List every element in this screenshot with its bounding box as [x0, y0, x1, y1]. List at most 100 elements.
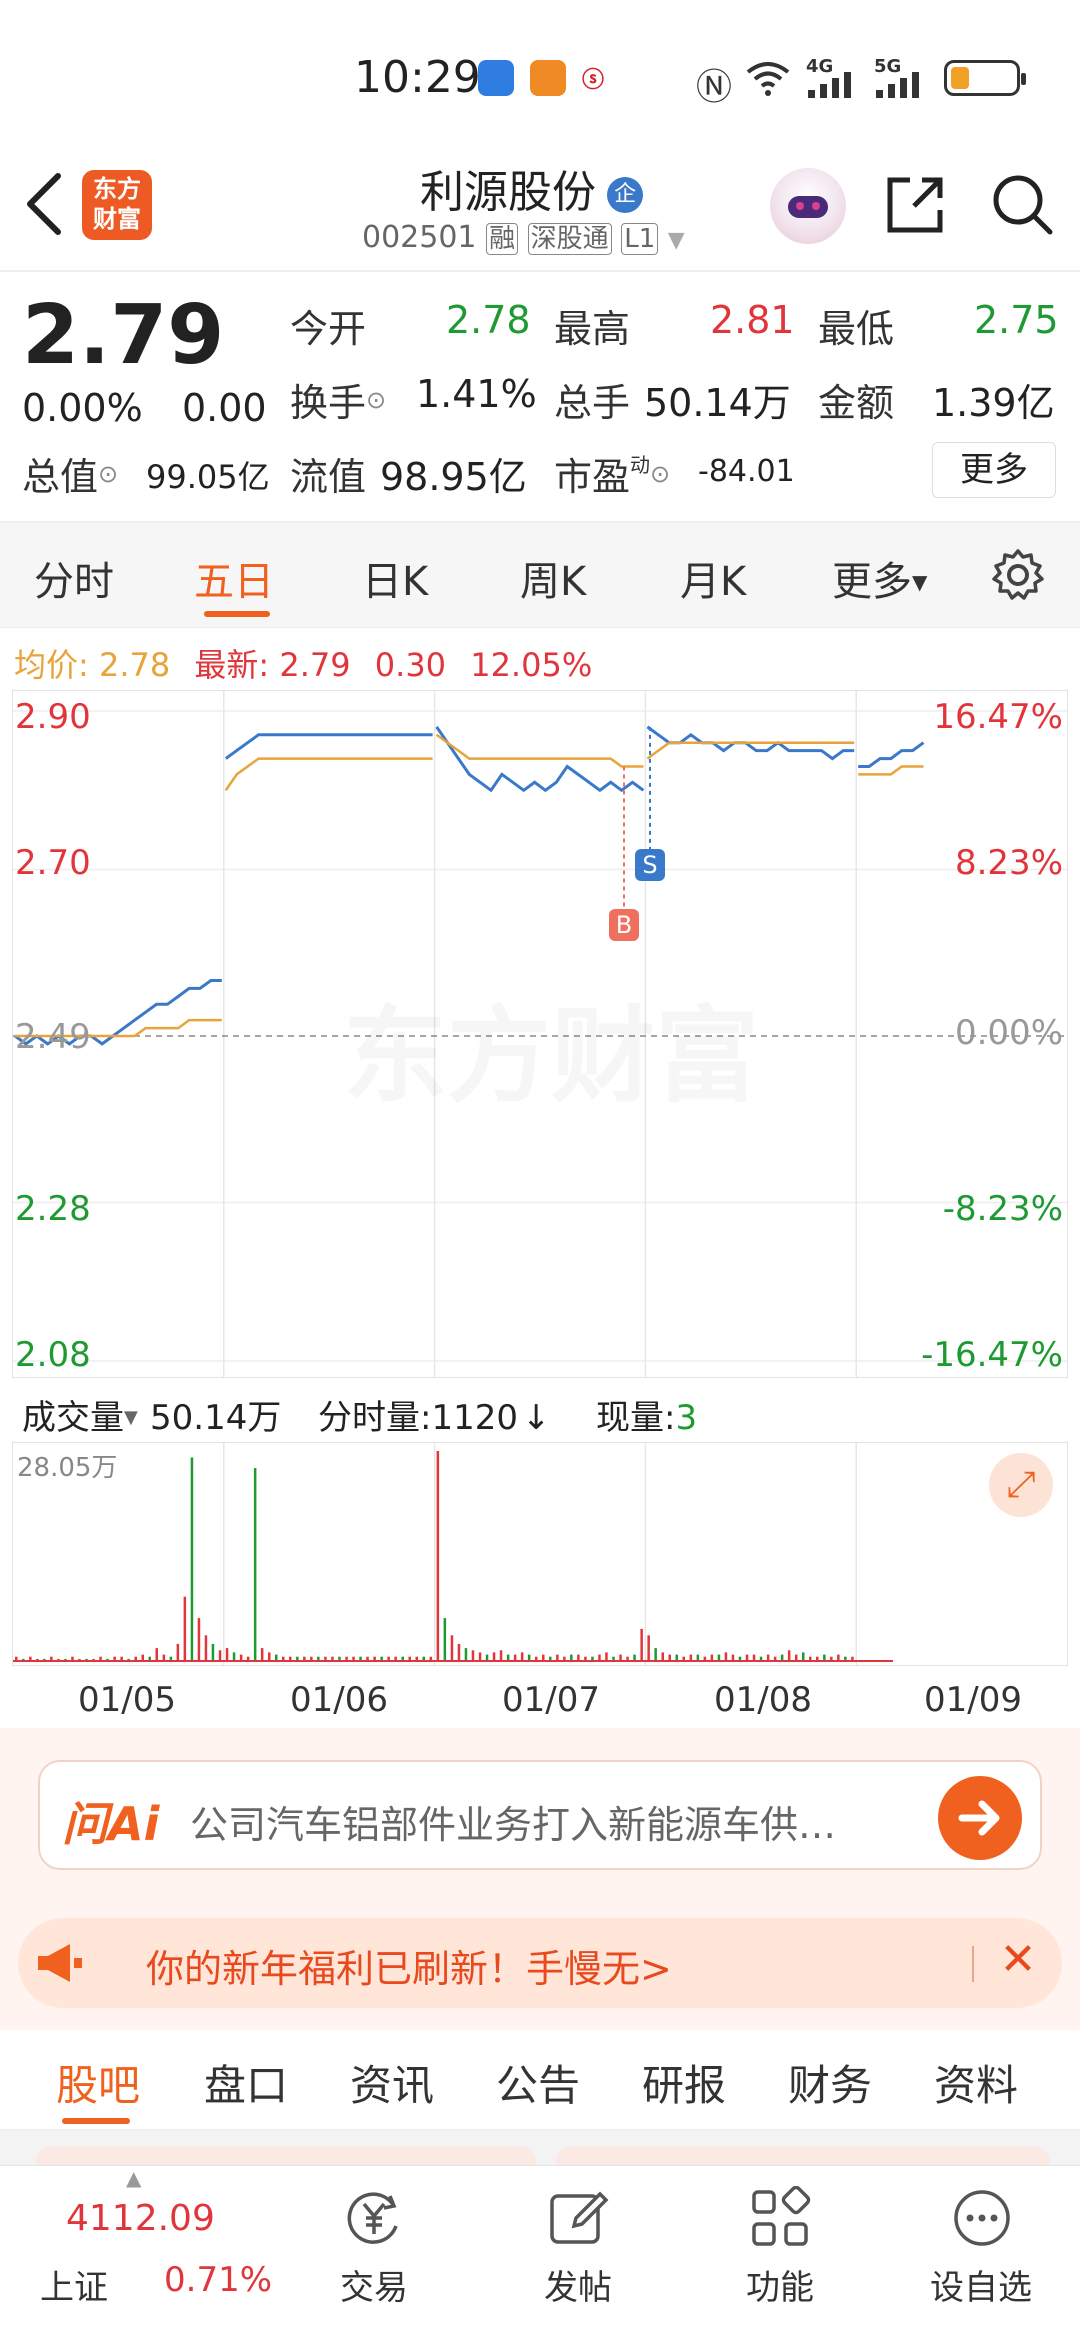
code-dropdown-icon[interactable]: ▼ [668, 228, 685, 253]
ai-question-box[interactable]: 问Ai 公司汽车铝部件业务打入新能源车供… [38, 1760, 1042, 1870]
close-icon[interactable]: ✕ [988, 1928, 1048, 1992]
volume-bar [436, 1451, 440, 1661]
index-name[interactable]: 上证 [40, 2260, 108, 2309]
x-tick-2: 01/07 [502, 1680, 600, 1720]
volume-bar [787, 1650, 791, 1661]
notice-text: 你的新年福利已刷新！手慢无> [146, 1947, 672, 1991]
volume-header: 成交量▼ 50.14万 分时量:1120 ↓ 现量:3 [0, 1380, 1080, 1440]
y-left-tick-4: 2.08 [15, 1335, 91, 1375]
volume-bar [450, 1635, 454, 1661]
app-notification-icon [478, 60, 514, 96]
post-edit-icon[interactable] [546, 2186, 610, 2250]
sina-icon: ⓢ [582, 68, 605, 93]
volume-chart[interactable]: 28.05万 ⤢ [12, 1442, 1068, 1666]
tab-profile[interactable]: 资料 [934, 2052, 1018, 2113]
tab-five-day[interactable]: 五日 [194, 549, 274, 607]
volume-dropdown[interactable]: 成交量▼ [22, 1390, 138, 1439]
active-content-tab-underline [62, 2118, 130, 2124]
tab-news[interactable]: 资讯 [350, 2052, 434, 2113]
tab-pankou[interactable]: 盘口 [204, 2052, 288, 2113]
nav-add-watchlist[interactable]: 设自选 [930, 2260, 1032, 2309]
tab-intraday[interactable]: 分时 [34, 549, 114, 607]
ai-go-button[interactable] [938, 1776, 1022, 1860]
tab-monthly-k[interactable]: 月K [680, 549, 746, 607]
current-volume: 现量:3 [596, 1398, 698, 1438]
share-icon[interactable] [884, 174, 946, 236]
nav-function[interactable]: 功能 [746, 2260, 814, 2309]
last-change: 0.30 [374, 646, 447, 684]
status-bar: 10:29 ⓢ Ⓝ 4G 5G [0, 0, 1080, 150]
logo-text-2: 财富 [93, 205, 141, 233]
avg-value: 2.78 [98, 646, 171, 684]
pe-info-icon[interactable]: ⊙ [650, 460, 670, 488]
function-grid-icon[interactable] [748, 2186, 812, 2250]
volume-bar [724, 1652, 728, 1661]
y-left-tick-1: 2.70 [15, 843, 91, 883]
volume-bar [218, 1650, 222, 1661]
trade-yen-icon[interactable] [342, 2186, 406, 2250]
price-legend: 均价: 2.78 最新: 2.79 0.30 12.05% [14, 640, 592, 686]
index-pct[interactable]: 0.71% [164, 2260, 272, 2300]
turnover-label: 换手⊙ [290, 381, 387, 425]
quote-panel: 2.79 0.00% 0.00 总值⊙ 99.05亿 今开 2.78 最高 2.… [0, 274, 1080, 522]
volume-bar [654, 1648, 657, 1661]
tick-volume: 分时量:1120 ↓ [318, 1398, 551, 1438]
robot-assistant-icon[interactable] [770, 168, 846, 244]
nav-trade[interactable]: 交易 [340, 2260, 408, 2309]
tab-more[interactable]: 更多▼ [832, 549, 927, 607]
enterprise-badge: 企 [607, 177, 644, 213]
search-icon[interactable] [990, 172, 1054, 236]
app-logo[interactable]: 东方 财富 [82, 170, 152, 240]
tag-level: L1 [621, 223, 659, 255]
active-tab-underline [204, 611, 270, 617]
last-label: 最新: [194, 646, 270, 684]
tab-announcement[interactable]: 公告 [496, 2052, 580, 2113]
y-right-tick-0: 16.47% [933, 697, 1063, 737]
y-left-tick-2: 2.49 [15, 1017, 91, 1057]
tab-daily-k[interactable]: 日K [362, 549, 428, 607]
tab-guba[interactable]: 股吧 [56, 2052, 140, 2113]
pe-label: 市盈动⊙ [554, 453, 671, 499]
y-left-tick-3: 2.28 [15, 1189, 91, 1229]
float-cap-value: 98.95亿 [380, 455, 527, 499]
y-right-tick-3: -8.23% [942, 1189, 1063, 1229]
expand-icon[interactable]: ⤢ [989, 1453, 1053, 1517]
stock-title: 利源股份 企 [420, 156, 644, 218]
high-label: 最高 [554, 307, 631, 351]
x-tick-4: 01/09 [924, 1680, 1022, 1720]
back-icon[interactable] [22, 172, 66, 236]
volume-bar [211, 1643, 215, 1661]
tab-finance[interactable]: 财务 [788, 2052, 872, 2113]
tab-research[interactable]: 研报 [642, 2052, 726, 2113]
watchlist-more-icon[interactable] [950, 2186, 1014, 2250]
settings-gear-icon[interactable] [990, 547, 1046, 603]
more-button[interactable]: 更多 [932, 442, 1056, 498]
volume-bar [260, 1648, 264, 1661]
last-change-pct: 12.05% [470, 646, 593, 684]
pe-sup: 动 [630, 453, 651, 477]
y-right-tick-4: -16.47% [921, 1335, 1063, 1375]
ai-prompt-text: 公司汽车铝部件业务打入新能源车供… [190, 1803, 837, 1847]
tab-weekly-k[interactable]: 周K [520, 549, 586, 607]
volume-bar [225, 1648, 229, 1661]
turnover-info-icon[interactable]: ⊙ [366, 386, 386, 414]
index-value[interactable]: 4112.09 [66, 2198, 215, 2239]
x-tick-3: 01/08 [714, 1680, 812, 1720]
ai-brand: 问Ai [62, 1797, 160, 1851]
marker-sell[interactable]: S [635, 849, 665, 881]
index-caret-icon[interactable]: ▲ [126, 2166, 141, 2190]
info-icon[interactable]: ⊙ [98, 460, 118, 488]
volume-bar [204, 1635, 208, 1661]
high-value: 2.81 [710, 298, 795, 342]
nav-post[interactable]: 发帖 [544, 2260, 612, 2309]
five-day-price-chart[interactable]: 东方财富 2.90 2.70 2.49 2.28 2.08 16.47% 8.2… [12, 690, 1068, 1378]
stock-code-row[interactable]: 002501 融 深股通 L1 ▼ [362, 218, 685, 255]
chart-watermark: 东方财富 [343, 971, 759, 1122]
volume-bar [268, 1652, 271, 1661]
volume-bar [232, 1652, 236, 1661]
amount-value: 1.39亿 [932, 381, 1055, 425]
marker-buy[interactable]: B [609, 909, 639, 941]
volume-bar [183, 1596, 187, 1661]
volume-max-label: 28.05万 [17, 1453, 118, 1483]
promo-notice[interactable]: 你的新年福利已刷新！手慢无> ✕ [18, 1918, 1062, 2008]
